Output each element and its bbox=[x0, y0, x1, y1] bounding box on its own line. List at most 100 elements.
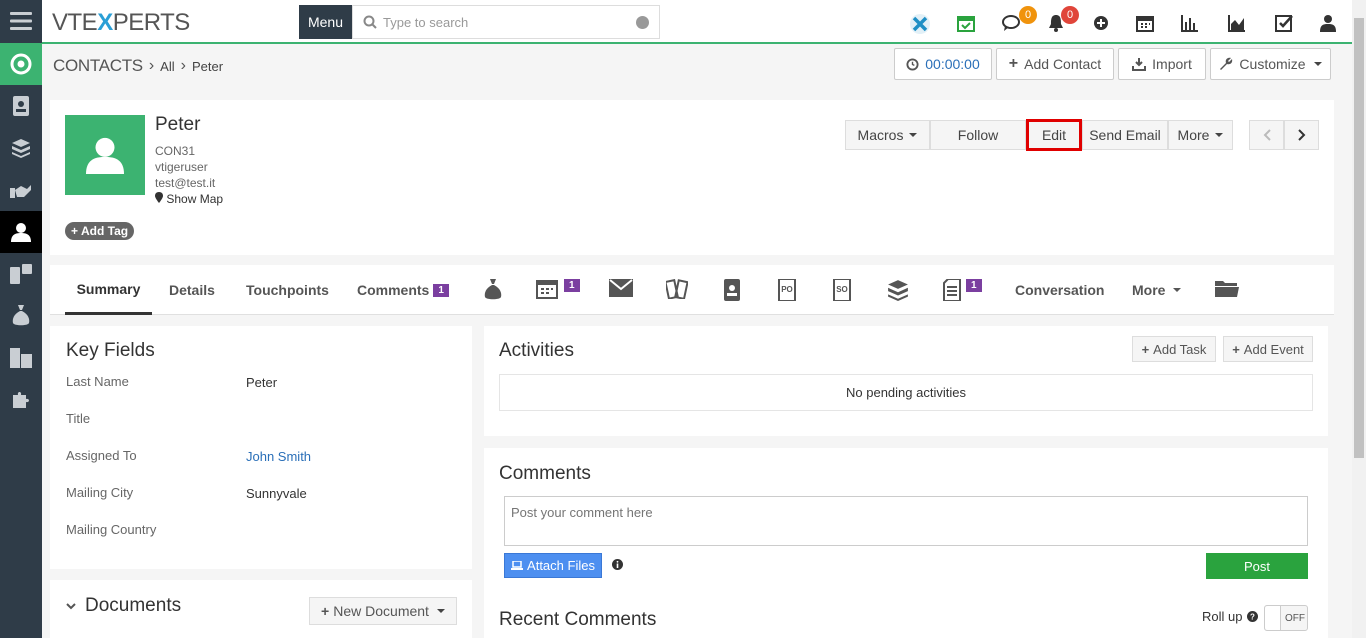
field-value-mailing-city[interactable]: Sunnyvale bbox=[246, 486, 307, 501]
money-bag-icon[interactable] bbox=[0, 295, 42, 337]
activities-title: Activities bbox=[499, 340, 574, 361]
comment-textarea[interactable] bbox=[504, 496, 1308, 546]
plus-icon: + bbox=[71, 224, 79, 238]
contact-avatar bbox=[65, 115, 145, 195]
contact-person-icon[interactable] bbox=[0, 211, 42, 253]
tab-more-label: More bbox=[1132, 282, 1166, 298]
customize-button[interactable]: Customize bbox=[1210, 48, 1331, 80]
help-question-icon[interactable]: ? bbox=[1247, 611, 1259, 622]
record-email[interactable]: test@test.it bbox=[155, 176, 215, 190]
field-value-assigned-to[interactable]: John Smith bbox=[246, 449, 311, 464]
hamburger-menu-icon[interactable] bbox=[0, 0, 42, 42]
menu-button[interactable]: Menu bbox=[299, 5, 352, 39]
home-target-icon[interactable] bbox=[0, 43, 42, 85]
chat-icon[interactable] bbox=[1002, 14, 1020, 32]
tab-conversation[interactable]: Conversation bbox=[1015, 265, 1104, 315]
tab-products-cubes-icon[interactable] bbox=[887, 279, 909, 301]
breadcrumb-list[interactable]: All bbox=[160, 59, 174, 74]
tab-comments-label: Comments bbox=[357, 282, 430, 298]
tab-summary[interactable]: Summary bbox=[65, 265, 152, 315]
info-icon[interactable] bbox=[612, 559, 623, 570]
user-profile-icon[interactable] bbox=[1319, 14, 1337, 32]
roll-up-control: Roll up ? bbox=[1202, 609, 1259, 624]
edit-button[interactable]: Edit bbox=[1026, 119, 1082, 151]
contacts-book-icon[interactable] bbox=[0, 85, 42, 127]
cubes-icon[interactable] bbox=[0, 127, 42, 169]
vtexperts-x-icon[interactable] bbox=[909, 13, 931, 35]
tab-touchpoints[interactable]: Touchpoints bbox=[246, 265, 329, 315]
field-value-last-name[interactable]: Peter bbox=[246, 375, 277, 390]
checklist-icon[interactable] bbox=[1275, 14, 1293, 32]
area-chart-icon[interactable] bbox=[1228, 14, 1246, 32]
add-contact-label: Add Contact bbox=[1024, 56, 1102, 72]
post-comment-button[interactable]: Post bbox=[1206, 553, 1308, 579]
key-fields-title: Key Fields bbox=[66, 340, 155, 361]
record-navigation bbox=[1249, 120, 1319, 150]
mobile-cards-icon[interactable] bbox=[0, 253, 42, 295]
tab-more[interactable]: More bbox=[1132, 265, 1182, 315]
wrench-icon bbox=[1220, 57, 1233, 70]
tab-comments[interactable]: Comments 1 bbox=[357, 265, 449, 315]
previous-record-button[interactable] bbox=[1249, 120, 1284, 150]
import-label: Import bbox=[1152, 56, 1192, 72]
scrollbar-thumb[interactable] bbox=[1354, 18, 1364, 458]
attach-files-button[interactable]: Attach Files bbox=[504, 553, 602, 578]
tab-sales-order-icon[interactable]: SO bbox=[833, 279, 851, 301]
chat-count-badge: 0 bbox=[1019, 6, 1037, 24]
buildings-icon[interactable] bbox=[0, 337, 42, 379]
tab-calendar-icon[interactable] bbox=[536, 279, 558, 299]
svg-text:PO: PO bbox=[781, 285, 793, 294]
new-document-button[interactable]: + New Document bbox=[309, 597, 457, 625]
search-icon bbox=[363, 15, 377, 29]
tab-tickets-icon[interactable] bbox=[666, 279, 688, 299]
tab-folder-icon[interactable] bbox=[1215, 279, 1239, 297]
more-actions-button[interactable]: More bbox=[1168, 120, 1233, 150]
send-email-button[interactable]: Send Email bbox=[1082, 120, 1168, 150]
tab-summary-label: Summary bbox=[76, 280, 141, 297]
chevron-right-icon: › bbox=[180, 57, 186, 74]
breadcrumb-module[interactable]: CONTACTS bbox=[53, 56, 143, 76]
tab-contacts-book-icon[interactable] bbox=[723, 279, 741, 301]
documents-count-badge: 1 bbox=[966, 279, 982, 292]
add-event-button[interactable]: + Add Event bbox=[1223, 336, 1313, 362]
caret-down-icon bbox=[1173, 288, 1182, 292]
add-tag-button[interactable]: + Add Tag bbox=[65, 222, 135, 240]
record-id: CON31 bbox=[155, 144, 196, 158]
record-name: Peter bbox=[155, 114, 201, 135]
next-record-button[interactable] bbox=[1284, 120, 1319, 150]
add-circle-icon[interactable] bbox=[1092, 14, 1110, 32]
roll-up-label: Roll up bbox=[1202, 609, 1243, 624]
calendar-check-icon[interactable] bbox=[957, 14, 975, 32]
search-dropdown-icon[interactable] bbox=[636, 16, 649, 29]
bar-chart-icon[interactable] bbox=[1181, 14, 1199, 32]
add-event-label: Add Event bbox=[1243, 341, 1304, 357]
timer-button[interactable]: 00:00:00 bbox=[894, 48, 992, 80]
tab-opportunities-money-bag-icon[interactable] bbox=[484, 279, 502, 301]
download-tray-icon bbox=[1132, 58, 1147, 71]
add-contact-button[interactable]: + Add Contact bbox=[996, 48, 1114, 80]
calendar-icon[interactable] bbox=[1136, 14, 1154, 32]
tab-details-label: Details bbox=[169, 282, 215, 298]
import-button[interactable]: Import bbox=[1118, 48, 1206, 80]
tab-documents-icon[interactable] bbox=[943, 279, 961, 301]
breadcrumb-record: Peter bbox=[191, 58, 224, 74]
roll-up-toggle[interactable]: OFF bbox=[1264, 605, 1308, 631]
svg-text:SO: SO bbox=[836, 285, 848, 294]
record-tabs: Summary Details Touchpoints Comments 1 1 … bbox=[50, 265, 1334, 315]
macros-button[interactable]: Macros bbox=[845, 120, 930, 150]
calendar-count-badge: 1 bbox=[564, 279, 580, 292]
tab-touchpoints-label: Touchpoints bbox=[246, 282, 329, 298]
global-search-input[interactable]: Type to search bbox=[352, 5, 660, 39]
handshake-icon[interactable] bbox=[0, 169, 42, 211]
follow-button[interactable]: Follow bbox=[930, 120, 1026, 150]
tab-purchase-order-icon[interactable]: PO bbox=[778, 279, 796, 301]
tab-email-envelope-icon[interactable] bbox=[609, 279, 633, 297]
page-scrollbar[interactable] bbox=[1352, 0, 1366, 638]
add-task-button[interactable]: + Add Task bbox=[1132, 336, 1216, 362]
vtexperts-logo[interactable]: VTEXPERTS bbox=[52, 9, 190, 37]
puzzle-icon[interactable] bbox=[0, 379, 42, 421]
tab-details[interactable]: Details bbox=[169, 265, 215, 315]
collapse-chevron-down-icon[interactable] bbox=[66, 603, 76, 610]
show-map-link[interactable]: Show Map bbox=[155, 192, 223, 206]
svg-text:?: ? bbox=[1251, 613, 1256, 622]
